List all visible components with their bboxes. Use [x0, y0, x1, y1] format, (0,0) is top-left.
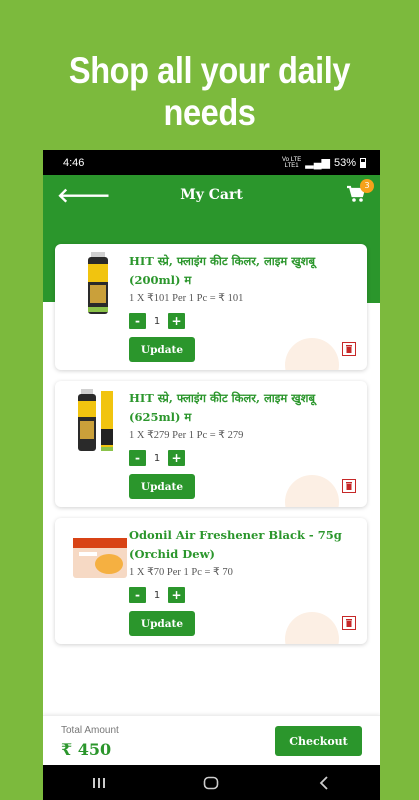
- increase-quantity-button[interactable]: +: [168, 450, 185, 466]
- product-name: Odonil Air Freshener Black - 75g (Orchid…: [129, 528, 342, 561]
- trash-icon[interactable]: [342, 479, 356, 493]
- total-amount-label: Total Amount: [61, 725, 119, 736]
- quantity-stepper: - 1 +: [129, 450, 359, 466]
- system-nav-bar: [43, 765, 380, 800]
- cart-list: HIT स्प्रे, फ्लाइंग कीट किलर, लाइम खुशबू…: [55, 244, 367, 655]
- back-arrow-icon[interactable]: 🡐: [57, 183, 111, 207]
- checkout-button[interactable]: Checkout: [275, 726, 362, 756]
- cart-item: HIT स्प्रे, फ्लाइंग कीट किलर, लाइम खुशबू…: [55, 244, 367, 370]
- recent-apps-icon[interactable]: [79, 773, 119, 793]
- product-image: [88, 252, 108, 314]
- increase-quantity-button[interactable]: +: [168, 587, 185, 603]
- quantity-value: 1: [153, 589, 161, 601]
- product-image: [78, 389, 113, 451]
- product-image: [73, 538, 127, 578]
- back-nav-icon[interactable]: [304, 773, 344, 793]
- increase-quantity-button[interactable]: +: [168, 313, 185, 329]
- decrease-quantity-button[interactable]: -: [129, 587, 146, 603]
- app-bar: 🡐 My Cart 3: [43, 175, 380, 215]
- network-label: Vo LTE LTE1: [282, 156, 302, 169]
- total-amount-value: ₹ 450: [61, 740, 112, 759]
- cart-item: Odonil Air Freshener Black - 75g (Orchid…: [55, 518, 367, 644]
- quantity-stepper: - 1 +: [129, 313, 359, 329]
- cart-count-badge: 3: [360, 179, 374, 193]
- checkout-bar: Total Amount ₹ 450 Checkout: [43, 715, 380, 765]
- cart-item: HIT स्प्रे, फ्लाइंग कीट किलर, लाइम खुशबू…: [55, 381, 367, 507]
- update-button[interactable]: Update: [129, 337, 195, 362]
- product-name: HIT स्प्रे, फ्लाइंग कीट किलर, लाइम खुशबू…: [129, 254, 316, 287]
- price-line: 1 X ₹70 Per 1 Pc = ₹ 70: [129, 567, 233, 578]
- signal-icon: ▂▄▆: [305, 157, 330, 169]
- status-time: 4:46: [63, 156, 85, 169]
- trash-icon[interactable]: [342, 616, 356, 630]
- product-name: HIT स्प्रे, फ्लाइंग कीट किलर, लाइम खुशबू…: [129, 391, 316, 424]
- trash-icon[interactable]: [342, 342, 356, 356]
- battery-icon: [360, 157, 366, 168]
- home-icon[interactable]: [191, 773, 231, 793]
- quantity-value: 1: [153, 452, 161, 464]
- quantity-stepper: - 1 +: [129, 587, 359, 603]
- promo-banner-text: Shop all your daily needs: [68, 50, 351, 133]
- battery-percent: 53%: [333, 156, 356, 169]
- price-line: 1 X ₹279 Per 1 Pc = ₹ 279: [129, 430, 244, 441]
- update-button[interactable]: Update: [129, 474, 195, 499]
- quantity-value: 1: [153, 315, 161, 327]
- status-bar: 4:46 Vo LTE LTE1 ▂▄▆ 53%: [43, 150, 380, 175]
- phone-screen: 4:46 Vo LTE LTE1 ▂▄▆ 53% 🡐 My Cart 3 HIT…: [43, 150, 380, 800]
- price-line: 1 X ₹101 Per 1 Pc = ₹ 101: [129, 293, 244, 304]
- update-button[interactable]: Update: [129, 611, 195, 636]
- decrease-quantity-button[interactable]: -: [129, 313, 146, 329]
- decrease-quantity-button[interactable]: -: [129, 450, 146, 466]
- page-title: My Cart: [180, 187, 243, 203]
